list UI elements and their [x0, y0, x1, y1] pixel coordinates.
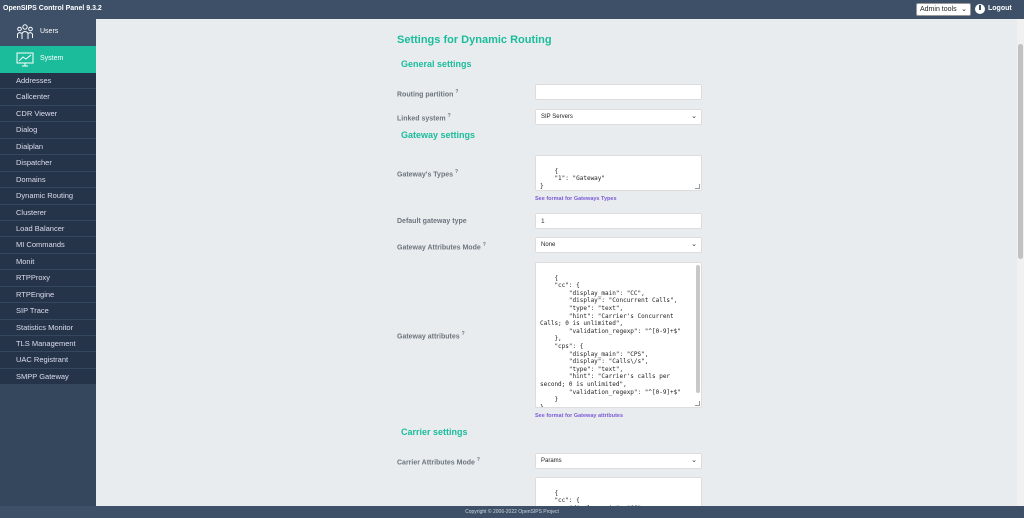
section-general-settings: General settings [401, 59, 472, 69]
gateway-attributes-mode-value: None [541, 242, 556, 248]
resize-handle-icon[interactable] [695, 184, 700, 189]
sidebar-item-cdr-viewer[interactable]: CDR Viewer [0, 105, 96, 123]
main-content: Settings for Dynamic Routing General set… [96, 19, 1018, 506]
sidebar-item-smpp-gateway[interactable]: SMPP Gateway [0, 368, 96, 386]
linked-system-select[interactable]: SIP Servers ⌄ [535, 109, 702, 125]
default-gateway-type-label: Default gateway type [397, 218, 467, 225]
sidebar-item-uac-registrant[interactable]: UAC Registrant [0, 352, 96, 369]
admin-tools-select[interactable]: Admin tools ⌄ [916, 3, 971, 16]
gateway-types-format-link[interactable]: See format for Gateways Types [535, 196, 617, 202]
top-bar: OpenSIPS Control Panel 9.3.2 Admin tools… [0, 0, 1024, 19]
sidebar-item-statistics-monitor[interactable]: Statistics Monitor [0, 319, 96, 336]
gateway-attributes-format-link[interactable]: See format for Gateway attributes [535, 413, 623, 419]
carrier-attributes-textarea[interactable]: { "cc": { "display_main": "CC", [535, 477, 702, 506]
gateway-types-label: Gateway's Types ? [397, 169, 459, 179]
gateway-attributes-mode-label: Gateway Attributes Mode ? [397, 242, 486, 252]
gateway-attributes-value: { "cc": { "display_main": "CC", "display… [540, 274, 681, 408]
sidebar-item-monit[interactable]: Monit [0, 253, 96, 271]
help-icon[interactable]: ? [455, 169, 458, 175]
sidebar-item-sip-trace[interactable]: SIP Trace [0, 303, 96, 320]
chevron-down-icon: ⌄ [691, 241, 697, 248]
chevron-down-icon: ⌄ [691, 457, 697, 464]
sidebar-item-rtpproxy[interactable]: RTPProxy [0, 270, 96, 287]
sidebar-group-users[interactable]: Users [0, 19, 96, 46]
sidebar: Users System Addresses Callcenter CDR Vi… [0, 19, 96, 506]
carrier-attributes-mode-label: Carrier Attributes Mode ? [397, 457, 480, 467]
sidebar-item-clusterer[interactable]: Clusterer [0, 204, 96, 221]
gateway-attributes-label: Gateway attributes ? [397, 331, 465, 341]
linked-system-value: SIP Servers [541, 114, 573, 120]
resize-handle-icon[interactable] [695, 401, 700, 406]
chevron-down-icon: ⌄ [691, 113, 697, 120]
sidebar-group-system-label: System [40, 55, 64, 62]
carrier-attributes-value: { "cc": { "display_main": "CC", [554, 489, 644, 506]
help-icon[interactable]: ? [448, 113, 451, 119]
default-gateway-type-input[interactable]: 1 [535, 213, 702, 229]
sidebar-item-tls-management[interactable]: TLS Management [0, 336, 96, 353]
page-scrollbar-thumb[interactable] [1018, 44, 1023, 259]
sidebar-item-dynamic-routing[interactable]: Dynamic Routing [0, 188, 96, 205]
section-gateway-settings: Gateway settings [401, 130, 476, 140]
gateway-attributes-mode-select[interactable]: None ⌄ [535, 237, 702, 253]
sidebar-item-dispatcher[interactable]: Dispatcher [0, 155, 96, 172]
power-icon[interactable] [975, 4, 985, 14]
carrier-attributes-mode-select[interactable]: Params ⌄ [535, 453, 702, 469]
linked-system-label: Linked system ? [397, 113, 451, 123]
logout-link[interactable]: Logout [988, 5, 1012, 12]
gateway-types-value: { "1": "Gateway" } [540, 167, 606, 190]
admin-tools-label: Admin tools [920, 6, 957, 13]
help-icon[interactable]: ? [462, 331, 465, 337]
help-icon[interactable]: ? [477, 457, 480, 463]
footer-copyright: Copyright © 2006-2022 OpenSIPS Project [0, 506, 1024, 518]
textarea-scrollbar[interactable] [696, 265, 700, 393]
section-carrier-settings: Carrier settings [401, 427, 468, 437]
routing-partition-input[interactable] [535, 84, 702, 100]
page-title: Settings for Dynamic Routing [397, 34, 552, 46]
app-title: OpenSIPS Control Panel 9.3.2 [3, 5, 102, 12]
system-icon [16, 52, 34, 67]
sidebar-item-addresses[interactable]: Addresses [0, 73, 96, 90]
carrier-attributes-mode-value: Params [541, 458, 562, 464]
sidebar-group-system[interactable]: System [0, 46, 96, 73]
help-icon[interactable]: ? [455, 89, 458, 95]
users-icon [17, 24, 33, 39]
sidebar-group-users-label: Users [40, 28, 59, 35]
sidebar-item-rtpengine[interactable]: RTPEngine [0, 286, 96, 304]
gateway-types-textarea[interactable]: { "1": "Gateway" } [535, 155, 702, 191]
help-icon[interactable]: ? [483, 242, 486, 248]
sidebar-item-callcenter[interactable]: Callcenter [0, 89, 96, 106]
page-scrollbar[interactable] [1017, 19, 1024, 506]
sidebar-item-domains[interactable]: Domains [0, 171, 96, 189]
chevron-down-icon: ⌄ [961, 6, 967, 13]
sidebar-item-dialog[interactable]: Dialog [0, 122, 96, 139]
gateway-attributes-textarea[interactable]: { "cc": { "display_main": "CC", "display… [535, 262, 702, 408]
sidebar-item-dialplan[interactable]: Dialplan [0, 138, 96, 156]
routing-partition-label: Routing partition ? [397, 89, 459, 99]
sidebar-item-load-balancer[interactable]: Load Balancer [0, 220, 96, 238]
sidebar-item-mi-commands[interactable]: MI Commands [0, 237, 96, 254]
sidebar-menu: Addresses Callcenter CDR Viewer Dialog D… [0, 73, 96, 386]
